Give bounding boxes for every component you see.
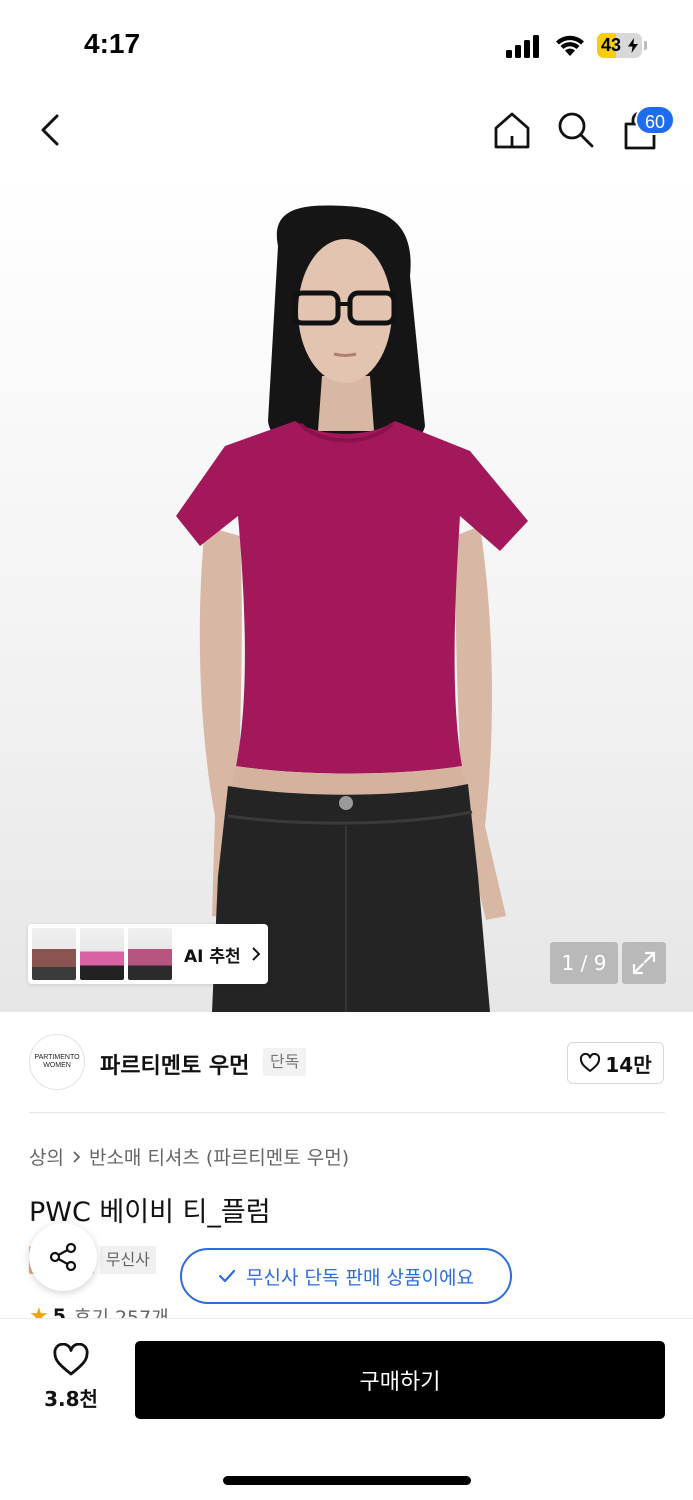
breadcrumb-subcategory[interactable]: 반소매 티셔츠 (파르티멘토 우먼): [89, 1143, 349, 1170]
brand-logo-line2: WOMEN: [43, 1062, 71, 1069]
buy-button[interactable]: 구매하기: [135, 1341, 665, 1419]
product-image[interactable]: [0, 176, 693, 1012]
ai-thumb-3: [128, 928, 172, 980]
back-button[interactable]: [26, 106, 74, 154]
signal-icon: [506, 34, 542, 58]
brand-like-button[interactable]: 14만: [567, 1042, 664, 1084]
cart-count-badge: 60: [635, 105, 675, 135]
expand-icon: [632, 951, 656, 975]
breadcrumb: 상의 반소매 티셔츠 (파르티멘토 우먼): [29, 1143, 349, 1170]
ai-thumb-1: [32, 928, 76, 980]
image-page-indicator: 1 / 9: [550, 942, 618, 984]
brand-like-count: 14만: [605, 1052, 652, 1077]
ai-recommend-button[interactable]: AI 추천: [28, 924, 268, 984]
brand-name-link[interactable]: 파르티멘토 우먼: [100, 1048, 249, 1080]
ai-recommend-label: AI 추천: [184, 946, 241, 967]
chevron-right-icon: [251, 947, 261, 961]
bottom-action-bar: 3.8천 구매하기: [0, 1318, 693, 1500]
back-icon: [41, 114, 59, 146]
product-tag-2: 무신사: [99, 1246, 156, 1274]
exclusive-badge: 단독: [263, 1048, 307, 1076]
wishlist-button[interactable]: 3.8천: [30, 1343, 112, 1417]
status-time: 4:17: [84, 28, 141, 59]
search-button[interactable]: [552, 106, 600, 154]
brand-logo-line1: PARTIMENTO: [34, 1054, 80, 1061]
search-icon: [558, 112, 594, 148]
product-photo: [176, 205, 528, 1012]
chevron-right-icon: [73, 1150, 81, 1163]
top-nav-bar: [0, 90, 693, 176]
expand-image-button[interactable]: [622, 942, 666, 984]
home-indicator: [223, 1476, 471, 1485]
breadcrumb-category[interactable]: 상의: [29, 1143, 64, 1170]
heart-icon: [53, 1343, 89, 1376]
share-icon: [49, 1242, 77, 1272]
wifi-icon: [556, 35, 584, 56]
status-bar: 4:17 43: [0, 0, 693, 90]
brand-row: PARTIMENTO WOMEN 파르티멘토 우먼 단독 14만: [0, 1028, 693, 1098]
home-button[interactable]: [488, 106, 536, 154]
share-button[interactable]: [29, 1223, 97, 1291]
brand-logo[interactable]: PARTIMENTO WOMEN: [29, 1034, 85, 1090]
home-icon: [494, 112, 530, 149]
ai-thumb-2: [80, 928, 124, 980]
heart-icon: [580, 1053, 601, 1072]
toast-text: 무신사 단독 판매 상품이에요: [246, 1266, 474, 1289]
divider: [29, 1112, 665, 1113]
check-icon: [218, 1269, 236, 1283]
battery-level: 43: [601, 35, 622, 55]
exclusive-toast: 무신사 단독 판매 상품이에요: [180, 1248, 512, 1304]
battery-icon: 43: [597, 33, 647, 58]
wishlist-count: 3.8천: [44, 1387, 98, 1411]
